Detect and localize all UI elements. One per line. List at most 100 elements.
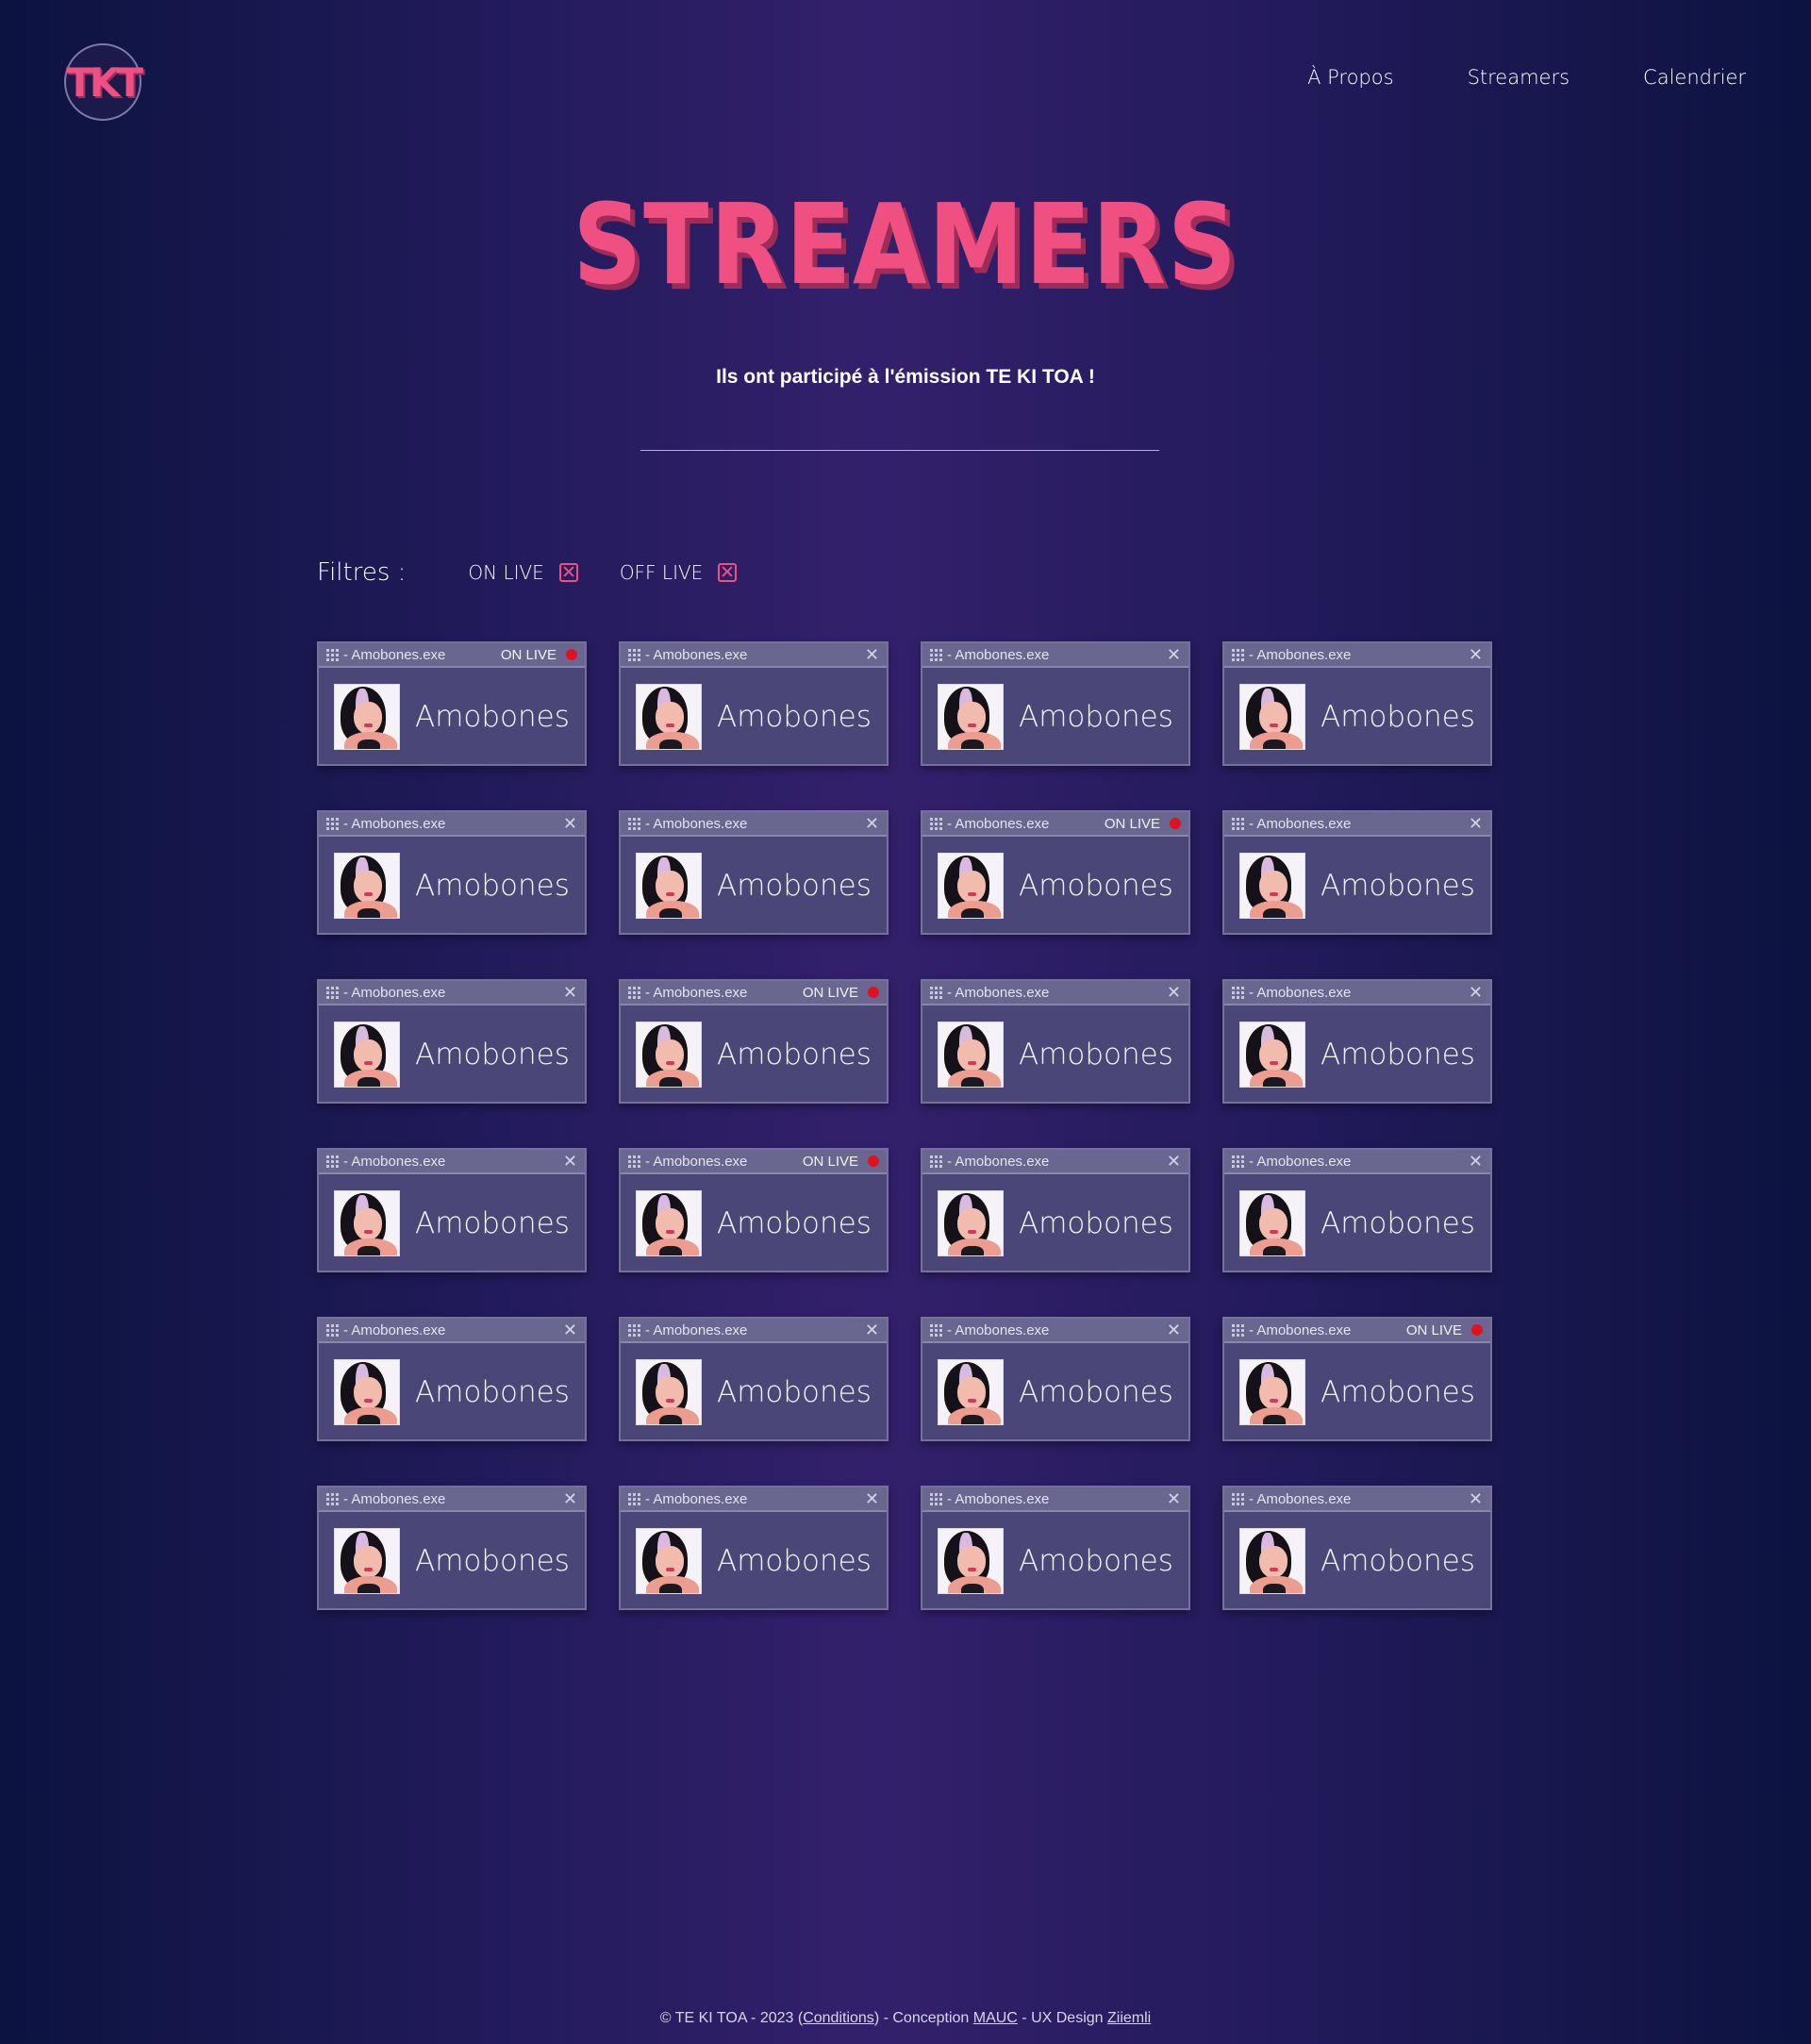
close-icon[interactable]: ✕ <box>865 815 879 832</box>
streamer-name: Amobones <box>717 869 872 903</box>
streamer-card[interactable]: - Amobones.exe ✕ Amobones <box>317 1317 587 1441</box>
close-icon[interactable]: ✕ <box>563 1490 577 1507</box>
live-badge-label: ON LIVE <box>500 646 557 663</box>
card-title-bar: - Amobones.exe ✕ <box>922 1150 1188 1174</box>
close-icon[interactable]: ✕ <box>563 1153 577 1170</box>
streamer-card[interactable]: - Amobones.exe ✕ Amobones <box>1222 1486 1492 1610</box>
streamer-card[interactable]: - Amobones.exe ✕ Amobones <box>619 810 889 935</box>
card-title-bar: - Amobones.exe ✕ <box>1224 643 1490 668</box>
streamer-avatar <box>636 1022 702 1088</box>
live-dot-icon <box>868 1155 879 1167</box>
grip-icon <box>628 648 640 661</box>
footer-design-link[interactable]: Ziiemli <box>1107 2010 1151 2026</box>
card-body: Amobones <box>922 837 1188 935</box>
close-icon[interactable]: ✕ <box>563 815 577 832</box>
streamer-name: Amobones <box>415 1206 570 1240</box>
card-window-title: - Amobones.exe <box>645 1153 748 1170</box>
grip-icon <box>628 1492 640 1505</box>
card-window-title: - Amobones.exe <box>645 1490 748 1507</box>
streamer-name: Amobones <box>717 1038 872 1072</box>
close-icon[interactable]: ✕ <box>1167 1321 1181 1338</box>
streamer-card[interactable]: - Amobones.exe ✕ Amobones <box>317 810 587 935</box>
streamer-card[interactable]: - Amobones.exe ✕ Amobones <box>921 1148 1190 1272</box>
streamer-avatar <box>334 853 400 919</box>
grip-icon <box>930 817 942 830</box>
grip-icon <box>930 986 942 999</box>
streamer-card[interactable]: - Amobones.exe ON LIVE Amobones <box>619 979 889 1104</box>
streamer-avatar <box>1239 1022 1305 1088</box>
card-title-bar: - Amobones.exe ✕ <box>319 1150 585 1174</box>
live-badge: ON LIVE <box>803 985 879 1001</box>
card-body: Amobones <box>1224 1174 1490 1272</box>
filter-off-live-checkbox[interactable] <box>718 563 738 582</box>
close-icon[interactable]: ✕ <box>1469 815 1483 832</box>
card-title-bar: - Amobones.exe ✕ <box>319 812 585 837</box>
card-window-title: - Amobones.exe <box>343 815 446 832</box>
close-icon[interactable]: ✕ <box>563 984 577 1001</box>
grip-icon <box>628 986 640 999</box>
streamer-card[interactable]: - Amobones.exe ON LIVE Amobones <box>921 810 1190 935</box>
streamer-card[interactable]: - Amobones.exe ✕ Amobones <box>619 1317 889 1441</box>
streamer-card[interactable]: - Amobones.exe ON LIVE Amobones <box>317 641 587 766</box>
streamer-card[interactable]: - Amobones.exe ✕ Amobones <box>1222 810 1492 935</box>
close-icon[interactable]: ✕ <box>1469 984 1483 1001</box>
streamer-avatar <box>636 1190 702 1256</box>
close-icon[interactable]: ✕ <box>1167 646 1181 663</box>
close-icon[interactable]: ✕ <box>1167 1490 1181 1507</box>
streamer-card[interactable]: - Amobones.exe ✕ Amobones <box>1222 979 1492 1104</box>
card-body: Amobones <box>621 1343 887 1441</box>
filter-on-live[interactable]: ON LIVE <box>468 561 578 584</box>
streamer-card[interactable]: - Amobones.exe ✕ Amobones <box>317 1486 587 1610</box>
streamer-name: Amobones <box>717 1206 872 1240</box>
streamer-card[interactable]: - Amobones.exe ✕ Amobones <box>921 979 1190 1104</box>
close-icon[interactable]: ✕ <box>865 1490 879 1507</box>
card-window-title: - Amobones.exe <box>343 1321 446 1338</box>
close-icon[interactable]: ✕ <box>563 1321 577 1338</box>
nav-item-streamers[interactable]: Streamers <box>1468 66 1570 89</box>
streamer-card[interactable]: - Amobones.exe ✕ Amobones <box>619 641 889 766</box>
footer: © TE KI TOA - 2023 (Conditions) - Concep… <box>0 2010 1811 2027</box>
streamer-avatar <box>1239 1528 1305 1594</box>
card-window-title: - Amobones.exe <box>645 646 748 663</box>
streamer-card[interactable]: - Amobones.exe ✕ Amobones <box>921 1486 1190 1610</box>
card-body: Amobones <box>922 1174 1188 1272</box>
card-title-bar: - Amobones.exe ON LIVE <box>922 812 1188 837</box>
nav-item-a-propos[interactable]: À Propos <box>1307 66 1393 89</box>
streamer-card[interactable]: - Amobones.exe ON LIVE Amobones <box>619 1148 889 1272</box>
streamer-card[interactable]: - Amobones.exe ON LIVE Amobones <box>1222 1317 1492 1441</box>
close-icon[interactable]: ✕ <box>1469 646 1483 663</box>
streamer-card[interactable]: - Amobones.exe ✕ Amobones <box>921 641 1190 766</box>
card-title-bar: - Amobones.exe ✕ <box>922 1319 1188 1343</box>
streamer-card[interactable]: - Amobones.exe ✕ Amobones <box>317 979 587 1104</box>
live-badge-label: ON LIVE <box>802 984 858 1001</box>
nav-item-calendrier[interactable]: Calendrier <box>1643 66 1746 89</box>
close-icon[interactable]: ✕ <box>865 646 879 663</box>
streamer-card[interactable]: - Amobones.exe ✕ Amobones <box>619 1486 889 1610</box>
close-icon[interactable]: ✕ <box>1469 1490 1483 1507</box>
card-title-bar: - Amobones.exe ON LIVE <box>1224 1319 1490 1343</box>
grip-icon <box>326 1492 339 1505</box>
streamer-card[interactable]: - Amobones.exe ✕ Amobones <box>921 1317 1190 1441</box>
filter-on-live-label: ON LIVE <box>468 561 544 584</box>
card-body: Amobones <box>621 668 887 766</box>
close-icon[interactable]: ✕ <box>1469 1153 1483 1170</box>
filter-off-live[interactable]: OFF LIVE <box>620 561 738 584</box>
card-body: Amobones <box>1224 837 1490 935</box>
streamer-card[interactable]: - Amobones.exe ✕ Amobones <box>1222 641 1492 766</box>
card-title-bar: - Amobones.exe ON LIVE <box>621 1150 887 1174</box>
live-badge-label: ON LIVE <box>1104 815 1160 832</box>
streamer-avatar <box>334 1190 400 1256</box>
card-title-bar: - Amobones.exe ✕ <box>319 981 585 1005</box>
card-body: Amobones <box>1224 1343 1490 1441</box>
close-icon[interactable]: ✕ <box>1167 984 1181 1001</box>
grip-icon <box>326 1155 339 1168</box>
grip-icon <box>1232 648 1244 661</box>
streamer-card[interactable]: - Amobones.exe ✕ Amobones <box>1222 1148 1492 1272</box>
close-icon[interactable]: ✕ <box>1167 1153 1181 1170</box>
close-icon[interactable]: ✕ <box>865 1321 879 1338</box>
streamer-card[interactable]: - Amobones.exe ✕ Amobones <box>317 1148 587 1272</box>
filter-on-live-checkbox[interactable] <box>558 563 578 582</box>
site-logo[interactable]: TKT <box>64 43 143 121</box>
footer-conception-link[interactable]: MAUC <box>973 2010 1018 2026</box>
footer-conditions-link[interactable]: Conditions <box>803 2010 874 2026</box>
